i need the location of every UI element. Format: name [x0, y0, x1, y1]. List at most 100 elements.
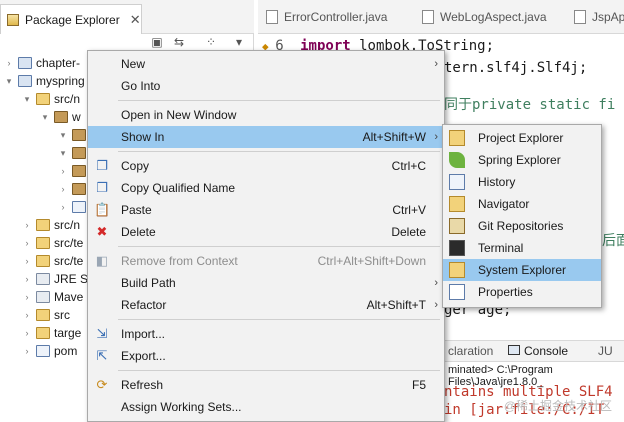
menu-item-copy-qualified-name[interactable]: ❐ Copy Qualified Name [88, 177, 444, 199]
tab-console-label: Console [524, 344, 569, 358]
editor-tabbar: ErrorController.java WebLogAspect.java J… [258, 0, 624, 34]
menu-item-open-in-new-window[interactable]: Open in New Window [88, 104, 444, 126]
tree-item-label: w [72, 110, 81, 124]
show-in-item-terminal[interactable]: Terminal [443, 237, 601, 259]
tree-item[interactable]: › Mave [22, 288, 84, 306]
tree-item[interactable]: › src/n [22, 216, 81, 234]
show-in-item-navigator[interactable]: Navigator [443, 193, 601, 215]
tree-item[interactable]: › JRE S [22, 270, 89, 288]
tree-item[interactable]: › [58, 180, 90, 198]
chevron-right-icon[interactable]: › [58, 166, 68, 176]
menu-item-remove-from-context[interactable]: ◧ Remove from Context Ctrl+Alt+Shift+Down [88, 250, 444, 272]
show-in-item-label: Properties [478, 285, 533, 299]
tree-item[interactable]: › src/te [22, 234, 84, 252]
java-file-icon [266, 10, 278, 24]
xml-file-icon [36, 345, 50, 357]
tree-item[interactable]: › targe [22, 324, 82, 342]
menu-item-build-path[interactable]: Build Path › [88, 272, 444, 294]
tree-item-label: pom [54, 344, 78, 358]
show-in-item-project-explorer[interactable]: Project Explorer [443, 127, 601, 149]
menu-item-export[interactable]: ⇱ Export... [88, 345, 444, 367]
chevron-right-icon[interactable]: › [4, 58, 14, 68]
git-repositories-icon [449, 218, 465, 234]
show-in-item-label: Terminal [478, 241, 524, 255]
navigator-icon [449, 196, 465, 212]
submenu-arrow-icon: › [434, 131, 438, 143]
menu-item-copy[interactable]: ❐ Copy Ctrl+C [88, 155, 444, 177]
chevron-right-icon[interactable]: › [22, 310, 32, 320]
package-explorer-tab[interactable]: Package Explorer ✕ [0, 4, 142, 34]
menu-item-import[interactable]: ⇲ Import... [88, 323, 444, 345]
show-in-item-system-explorer[interactable]: System Explorer [443, 259, 601, 281]
tab-junit[interactable]: JU [598, 344, 613, 358]
chevron-down-icon[interactable]: ▾ [58, 130, 68, 141]
menu-item-shortcut: Alt+Shift+W [362, 130, 426, 144]
show-in-item-git-repositories[interactable]: Git Repositories [443, 215, 601, 237]
view-menu-dots-icon[interactable]: ⁘ [204, 35, 218, 49]
menu-item-show-in[interactable]: Show In Alt+Shift+W › [88, 126, 444, 148]
chevron-right-icon[interactable]: › [22, 274, 32, 284]
chevron-right-icon[interactable]: › [22, 256, 32, 266]
chevron-right-icon[interactable]: › [22, 220, 32, 230]
menu-item-label: Open in New Window [121, 108, 237, 122]
package-icon [54, 111, 68, 123]
editor-tab-jsp-app[interactable]: JspApp [574, 4, 624, 30]
menu-item-label: Go Into [121, 79, 161, 93]
menu-item-new[interactable]: New › [88, 53, 444, 75]
chevron-right-icon[interactable]: › [58, 202, 68, 212]
tree-item[interactable]: › pom [22, 342, 78, 360]
menu-item-paste[interactable]: 📋 Paste Ctrl+V [88, 199, 444, 221]
chevron-right-icon[interactable]: › [58, 184, 68, 194]
chevron-down-icon[interactable]: ▾ [4, 76, 14, 87]
tree-item[interactable]: › [58, 162, 90, 180]
chevron-down-icon[interactable]: ▾ [40, 112, 50, 123]
tree-item[interactable]: ▾ src/n [22, 90, 80, 108]
collapse-all-icon[interactable]: ▣ [150, 35, 164, 49]
menu-item-refresh[interactable]: ⟳ Refresh F5 [88, 374, 444, 396]
show-in-item-label: System Explorer [478, 263, 567, 277]
folder-icon [36, 93, 50, 105]
show-in-item-properties[interactable]: Properties [443, 281, 601, 303]
menu-item-label: Export... [121, 349, 166, 363]
menu-item-label: New [121, 57, 146, 71]
chevron-right-icon[interactable]: › [22, 292, 32, 302]
close-icon[interactable]: ✕ [130, 12, 141, 28]
tree-item[interactable]: › chapter- [4, 54, 81, 72]
menu-item-assign-working-sets[interactable]: Assign Working Sets... [88, 396, 444, 418]
show-in-item-history[interactable]: History [443, 171, 601, 193]
chevron-right-icon[interactable]: › [22, 238, 32, 248]
folder-icon [36, 309, 50, 321]
menu-item-go-into[interactable]: Go Into [88, 75, 444, 97]
tree-item[interactable]: › src/te [22, 252, 84, 270]
tree-item[interactable]: ▾ [58, 144, 90, 162]
delete-icon: ✖ [96, 224, 108, 239]
show-in-item-label: Project Explorer [478, 131, 564, 145]
chevron-right-icon[interactable]: › [22, 328, 32, 338]
chevron-right-icon[interactable]: › [22, 346, 32, 356]
show-in-item-spring-explorer[interactable]: Spring Explorer [443, 149, 601, 171]
view-menu-chevron-icon[interactable]: ▾ [232, 35, 246, 49]
copy-icon: ❐ [96, 180, 108, 195]
tree-item[interactable]: ▾ [58, 126, 90, 144]
export-icon: ⇱ [96, 348, 108, 363]
menu-item-label: Show In [121, 130, 165, 144]
tree-item[interactable]: ▾ myspring [4, 72, 85, 90]
tree-item[interactable]: › src [22, 306, 71, 324]
menu-item-delete[interactable]: ✖ Delete Delete [88, 221, 444, 243]
link-with-editor-icon[interactable]: ⇆ [172, 35, 186, 49]
menu-item-shortcut: Alt+Shift+T [366, 298, 426, 312]
chevron-down-icon[interactable]: ▾ [22, 94, 32, 105]
tab-declaration[interactable]: claration [448, 344, 493, 358]
editor-tab-weblog-aspect[interactable]: WebLogAspect.java [422, 4, 547, 30]
package-explorer-icon [7, 13, 19, 26]
editor-tab-error-controller[interactable]: ErrorController.java [266, 4, 387, 30]
tree-item[interactable]: ▾ w [40, 108, 81, 126]
menu-item-label: Build Path [121, 276, 176, 290]
spring-leaf-icon [449, 152, 465, 168]
tab-console[interactable]: Console [508, 344, 568, 358]
java-file-icon [574, 10, 586, 24]
chevron-down-icon[interactable]: ▾ [58, 148, 68, 159]
menu-item-refactor[interactable]: Refactor Alt+Shift+T › [88, 294, 444, 316]
watermark: @稀土掘金技术社区 [503, 399, 612, 413]
menu-item-label: Copy Qualified Name [121, 181, 236, 195]
